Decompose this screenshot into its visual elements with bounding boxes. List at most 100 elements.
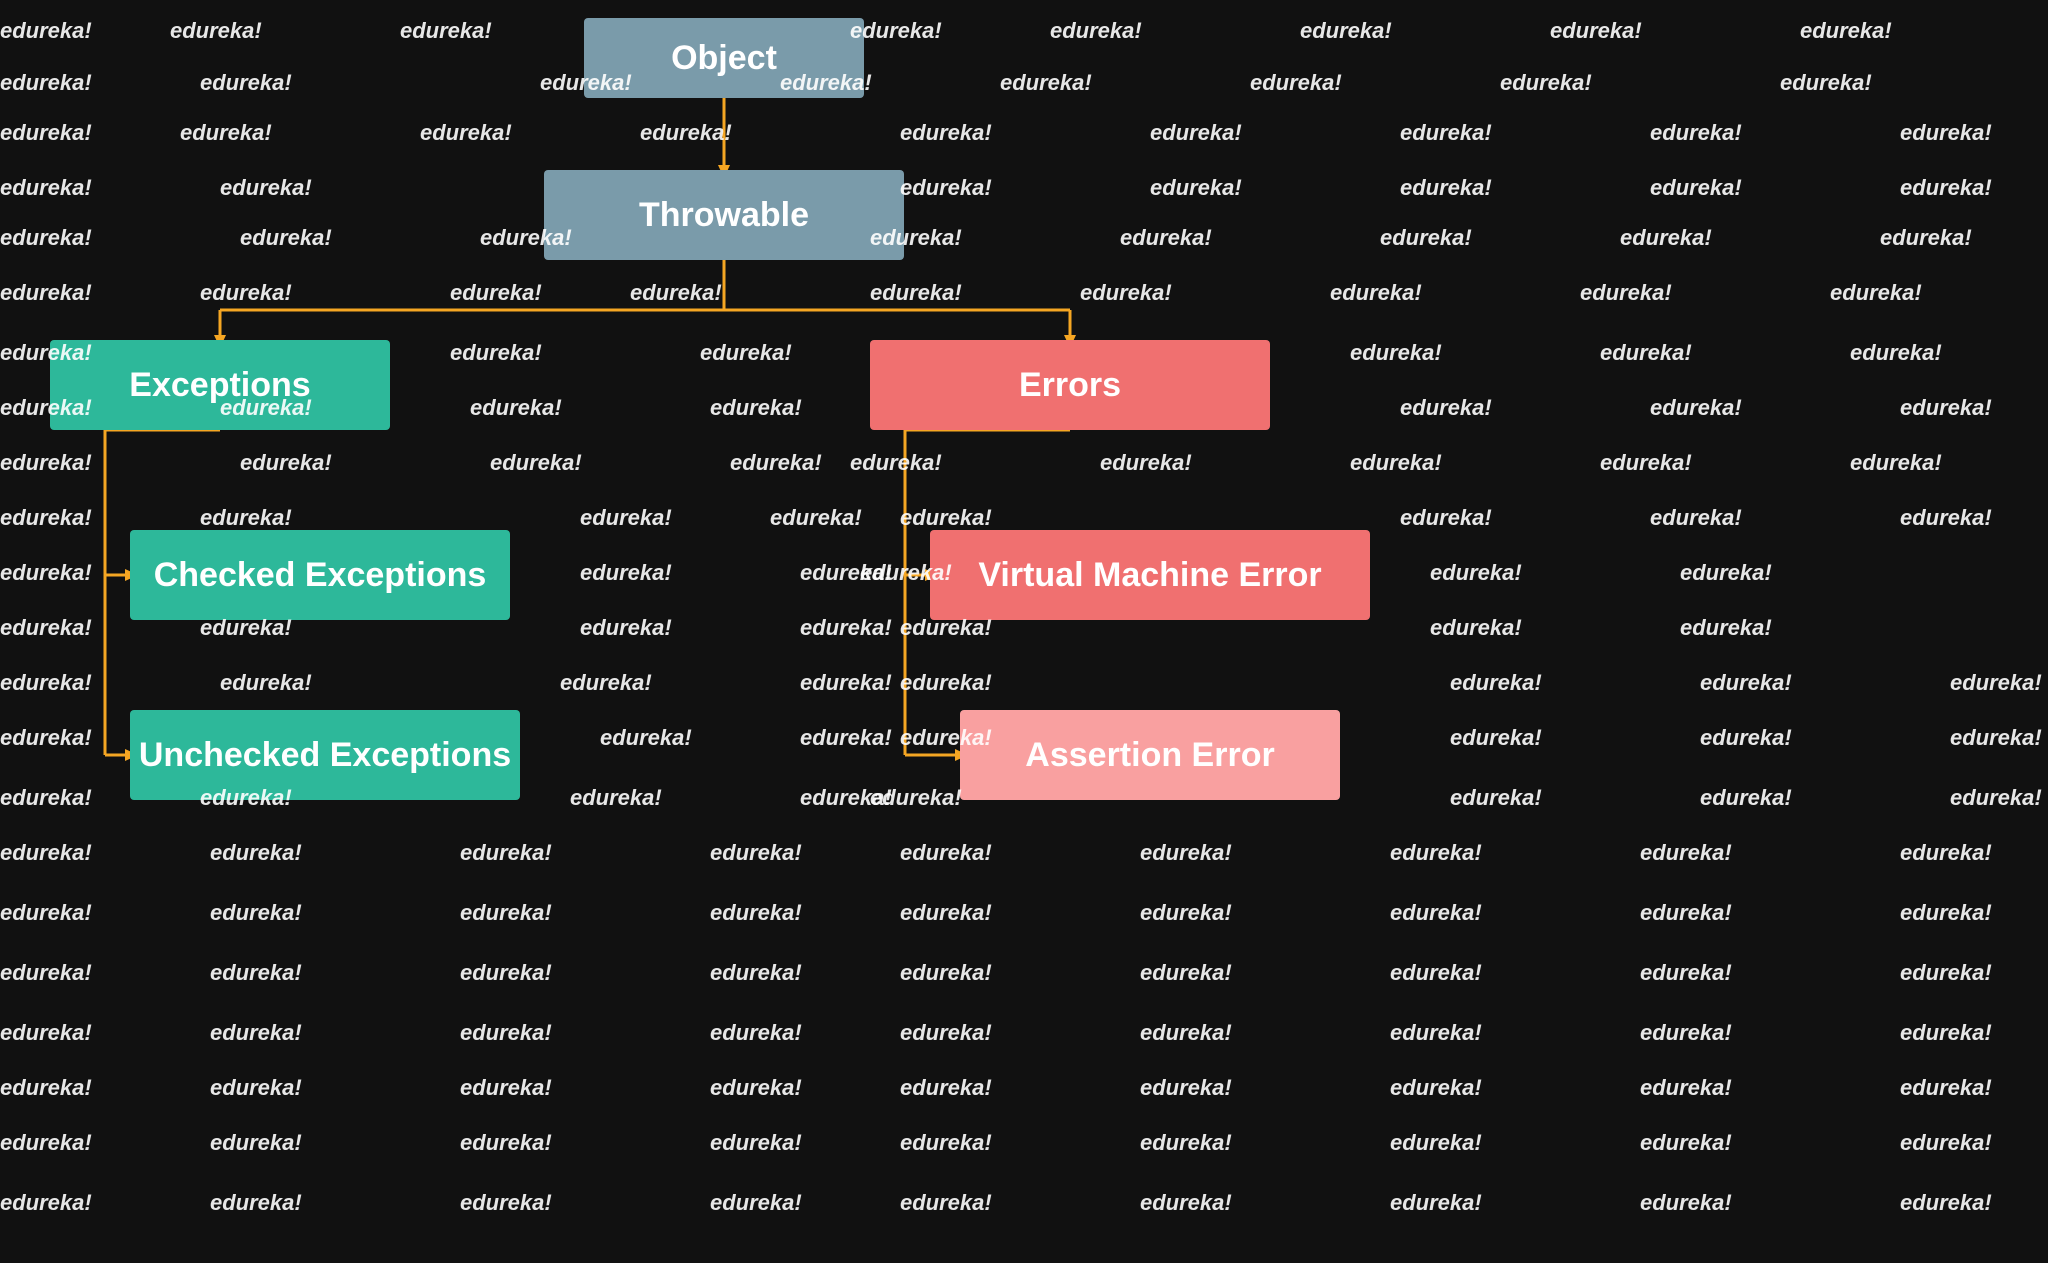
object-label: Object: [671, 39, 777, 78]
watermark-text: edureka!: [560, 670, 652, 696]
watermark-text: edureka!: [1450, 670, 1542, 696]
watermark-text: edureka!: [1900, 1190, 1992, 1216]
watermark-text: edureka!: [580, 505, 672, 531]
watermark-text: edureka!: [600, 725, 692, 751]
watermark-text: edureka!: [0, 120, 92, 146]
watermark-text: edureka!: [210, 1020, 302, 1046]
watermark-text: edureka!: [1650, 120, 1742, 146]
watermark-text: edureka!: [1900, 960, 1992, 986]
watermark-text: edureka!: [1640, 840, 1732, 866]
box-assertion: Assertion Error: [960, 710, 1340, 800]
watermark-text: edureka!: [220, 670, 312, 696]
watermark-text: edureka!: [900, 505, 992, 531]
watermark-text: edureka!: [710, 1020, 802, 1046]
watermark-text: edureka!: [0, 505, 92, 531]
watermark-text: edureka!: [1300, 18, 1392, 44]
watermark-text: edureka!: [1500, 70, 1592, 96]
watermark-text: edureka!: [0, 70, 92, 96]
watermark-text: edureka!: [800, 785, 892, 811]
watermark-text: edureka!: [800, 670, 892, 696]
watermark-text: edureka!: [1900, 505, 1992, 531]
watermark-text: edureka!: [1450, 725, 1542, 751]
watermark-text: edureka!: [0, 840, 92, 866]
watermark-text: edureka!: [1880, 225, 1972, 251]
watermark-text: edureka!: [1600, 450, 1692, 476]
watermark-text: edureka!: [450, 280, 542, 306]
watermark-text: edureka!: [1390, 1130, 1482, 1156]
watermark-text: edureka!: [1330, 280, 1422, 306]
watermark-text: edureka!: [1390, 1190, 1482, 1216]
watermark-text: edureka!: [0, 960, 92, 986]
watermark-text: edureka!: [1140, 840, 1232, 866]
watermark-text: edureka!: [1650, 395, 1742, 421]
box-exceptions: Exceptions: [50, 340, 390, 430]
watermark-text: edureka!: [0, 560, 92, 586]
watermark-text: edureka!: [1830, 280, 1922, 306]
watermark-text: edureka!: [240, 225, 332, 251]
watermark-text: edureka!: [1900, 900, 1992, 926]
watermark-text: edureka!: [1120, 225, 1212, 251]
watermark-text: edureka!: [1640, 1020, 1732, 1046]
watermark-text: edureka!: [460, 1190, 552, 1216]
watermark-text: edureka!: [1390, 1075, 1482, 1101]
watermark-text: edureka!: [700, 340, 792, 366]
watermark-text: edureka!: [1080, 280, 1172, 306]
diagram-container: Object Throwable Exceptions Errors Check…: [0, 0, 2048, 1263]
watermark-text: edureka!: [0, 615, 92, 641]
watermark-text: edureka!: [420, 120, 512, 146]
watermark-text: edureka!: [870, 280, 962, 306]
watermark-text: edureka!: [710, 1130, 802, 1156]
watermark-text: edureka!: [1390, 840, 1482, 866]
vme-label: Virtual Machine Error: [978, 556, 1321, 595]
watermark-text: edureka!: [1800, 18, 1892, 44]
watermark-text: edureka!: [570, 785, 662, 811]
watermark-text: edureka!: [900, 1075, 992, 1101]
watermark-text: edureka!: [460, 1130, 552, 1156]
watermark-text: edureka!: [900, 840, 992, 866]
box-checked: Checked Exceptions: [130, 530, 510, 620]
watermark-text: edureka!: [800, 725, 892, 751]
watermark-text: edureka!: [450, 340, 542, 366]
watermark-text: edureka!: [1400, 395, 1492, 421]
watermark-text: edureka!: [1700, 670, 1792, 696]
watermark-text: edureka!: [710, 840, 802, 866]
watermark-text: edureka!: [1390, 900, 1482, 926]
watermark-text: edureka!: [1850, 340, 1942, 366]
watermark-text: edureka!: [1650, 505, 1742, 531]
watermark-text: edureka!: [1550, 18, 1642, 44]
watermark-text: edureka!: [1430, 615, 1522, 641]
watermark-text: edureka!: [400, 18, 492, 44]
watermark-text: edureka!: [0, 175, 92, 201]
watermark-text: edureka!: [1700, 725, 1792, 751]
watermark-text: edureka!: [0, 900, 92, 926]
watermark-text: edureka!: [1400, 505, 1492, 531]
watermark-text: edureka!: [1640, 960, 1732, 986]
watermark-text: edureka!: [460, 1075, 552, 1101]
watermark-text: edureka!: [1430, 560, 1522, 586]
watermark-text: edureka!: [460, 1020, 552, 1046]
watermark-text: edureka!: [900, 1020, 992, 1046]
watermark-text: edureka!: [1140, 960, 1232, 986]
watermark-text: edureka!: [1140, 1190, 1232, 1216]
watermark-text: edureka!: [0, 785, 92, 811]
watermark-text: edureka!: [0, 225, 92, 251]
watermark-text: edureka!: [1050, 18, 1142, 44]
watermark-text: edureka!: [800, 560, 892, 586]
box-errors: Errors: [870, 340, 1270, 430]
watermark-text: edureka!: [460, 960, 552, 986]
watermark-text: edureka!: [770, 505, 862, 531]
watermark-text: edureka!: [900, 670, 992, 696]
watermark-text: edureka!: [850, 450, 942, 476]
watermark-text: edureka!: [0, 670, 92, 696]
watermark-text: edureka!: [180, 120, 272, 146]
watermark-text: edureka!: [1140, 1075, 1232, 1101]
watermark-text: edureka!: [1900, 395, 1992, 421]
watermark-text: edureka!: [0, 725, 92, 751]
watermark-text: edureka!: [710, 900, 802, 926]
watermark-text: edureka!: [580, 560, 672, 586]
watermark-text: edureka!: [900, 1190, 992, 1216]
watermark-text: edureka!: [1620, 225, 1712, 251]
unchecked-label: Unchecked Exceptions: [139, 736, 511, 775]
watermark-text: edureka!: [1140, 1130, 1232, 1156]
watermark-text: edureka!: [900, 175, 992, 201]
